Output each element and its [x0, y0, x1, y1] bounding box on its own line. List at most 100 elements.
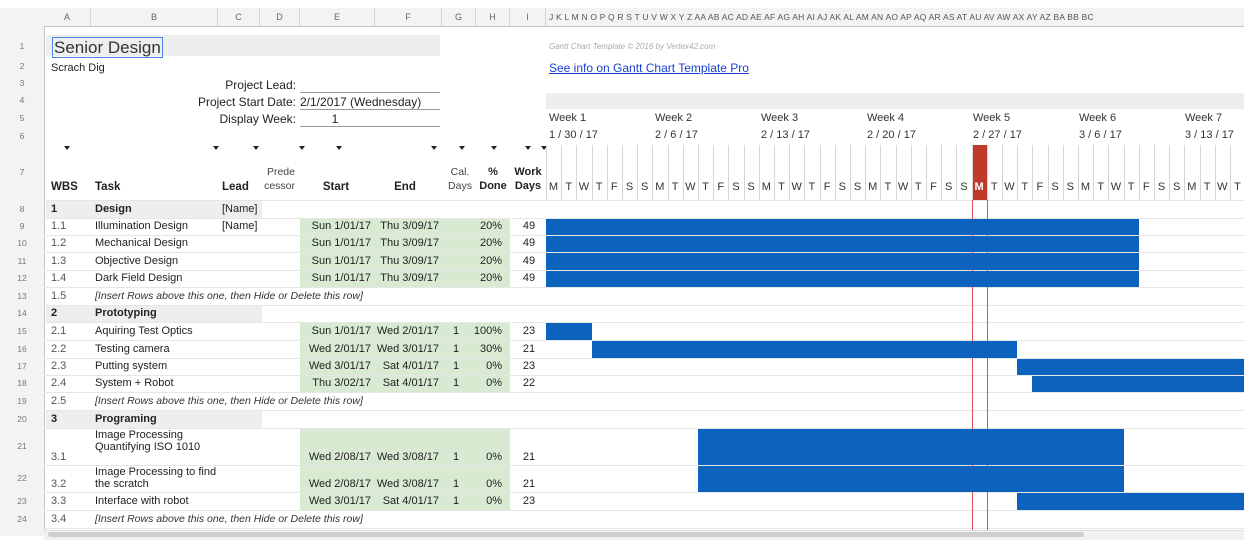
end-date-cell[interactable]: Sat 4/01/17 — [373, 360, 439, 373]
row-number-9[interactable]: 9 — [0, 218, 44, 235]
cal-days-cell[interactable]: 1 — [442, 360, 470, 373]
task-name[interactable]: Aquiring Test Optics — [95, 325, 193, 338]
filter-arrow-icon[interactable] — [299, 146, 305, 150]
gantt-bar[interactable] — [1017, 359, 1244, 375]
filter-arrow-icon[interactable] — [459, 146, 465, 150]
cal-days-cell[interactable]: 1 — [442, 343, 470, 356]
wbs-cell[interactable]: 2.5 — [51, 395, 66, 408]
wbs-cell[interactable]: 2.4 — [51, 377, 66, 390]
row-number-4[interactable]: 4 — [0, 92, 44, 109]
percent-done-cell[interactable]: 20% — [470, 220, 502, 233]
percent-done-cell[interactable]: 20% — [470, 237, 502, 250]
end-date-cell[interactable]: Thu 3/09/17 — [373, 255, 439, 268]
row-number-21[interactable]: 21 — [0, 428, 44, 465]
task-name[interactable]: Putting system — [95, 360, 167, 373]
section-title[interactable]: Programing — [95, 413, 157, 426]
row-number-11[interactable]: 11 — [0, 252, 44, 270]
insert-rows-note[interactable]: [Insert Rows above this one, then Hide o… — [95, 395, 363, 408]
wbs-cell[interactable]: 1.3 — [51, 255, 66, 268]
row-number-16[interactable]: 16 — [0, 340, 44, 358]
lead-cell[interactable]: [Name] — [222, 203, 257, 216]
start-date-cell[interactable]: Wed 3/01/17 — [300, 495, 371, 508]
project-start-value[interactable]: 2/1/2017 (Wednesday) — [300, 96, 421, 109]
task-name[interactable]: Mechanical Design — [95, 237, 188, 250]
row-number-13[interactable]: 13 — [0, 287, 44, 305]
start-date-cell[interactable]: Sun 1/01/17 — [300, 220, 371, 233]
work-days-cell[interactable]: 49 — [512, 237, 546, 250]
gantt-bar[interactable] — [698, 429, 1124, 465]
end-date-cell[interactable]: Sat 4/01/17 — [373, 495, 439, 508]
work-days-cell[interactable]: 21 — [512, 478, 546, 491]
column-header-h[interactable]: H — [476, 8, 510, 26]
end-date-cell[interactable]: Wed 2/01/17 — [373, 325, 439, 338]
subtitle-cell[interactable]: Scrach Dig — [51, 62, 105, 75]
header-lead[interactable]: Lead — [222, 181, 249, 194]
column-header-i[interactable]: I — [510, 8, 546, 26]
wbs-cell[interactable]: 3.2 — [51, 478, 66, 491]
work-days-cell[interactable]: 22 — [512, 377, 546, 390]
wbs-cell[interactable]: 2.3 — [51, 360, 66, 373]
filter-arrow-icon[interactable] — [525, 146, 531, 150]
row-number-15[interactable]: 15 — [0, 322, 44, 340]
row-number-7[interactable]: 7 — [0, 145, 44, 200]
cal-days-cell[interactable]: 1 — [442, 478, 470, 491]
end-date-cell[interactable]: Wed 3/01/17 — [373, 343, 439, 356]
column-header-b[interactable]: B — [91, 8, 218, 26]
wbs-cell[interactable]: 1.1 — [51, 220, 66, 233]
row-number-5[interactable]: 5 — [0, 109, 44, 127]
work-days-cell[interactable]: 49 — [512, 220, 546, 233]
column-header-c[interactable]: C — [218, 8, 260, 26]
row-number-10[interactable]: 10 — [0, 235, 44, 252]
row-number-20[interactable]: 20 — [0, 410, 44, 428]
row-number-8[interactable]: 8 — [0, 200, 44, 218]
task-name[interactable]: System + Robot — [95, 377, 174, 390]
display-week-value[interactable]: 1 — [300, 113, 370, 126]
header-wbs[interactable]: WBS — [51, 181, 78, 194]
cal-days-cell[interactable]: 1 — [442, 495, 470, 508]
percent-done-cell[interactable]: 20% — [470, 272, 502, 285]
row-number-12[interactable]: 12 — [0, 270, 44, 287]
row-number-19[interactable]: 19 — [0, 392, 44, 410]
cal-days-cell[interactable]: 1 — [442, 451, 470, 464]
gantt-bar[interactable] — [1017, 493, 1244, 510]
work-days-cell[interactable]: 49 — [512, 255, 546, 268]
section-title[interactable]: Design — [95, 203, 132, 216]
start-date-cell[interactable]: Sun 1/01/17 — [300, 272, 371, 285]
header-end[interactable]: End — [375, 181, 435, 194]
task-name[interactable]: Illumination Design — [95, 220, 188, 233]
row-number-18[interactable]: 18 — [0, 375, 44, 392]
wbs-cell[interactable]: 3.1 — [51, 451, 66, 464]
percent-done-cell[interactable]: 100% — [470, 325, 502, 338]
insert-rows-note[interactable]: [Insert Rows above this one, then Hide o… — [95, 290, 363, 303]
column-header-a[interactable]: A — [44, 8, 91, 26]
start-date-cell[interactable]: Wed 2/08/17 — [300, 451, 371, 464]
percent-done-cell[interactable]: 0% — [470, 478, 502, 491]
task-name-line2[interactable]: the scratch — [95, 478, 149, 491]
gantt-bar[interactable] — [591, 341, 1018, 358]
row-number-24[interactable]: 24 — [0, 510, 44, 528]
percent-done-cell[interactable]: 0% — [470, 495, 502, 508]
task-name[interactable]: Interface with robot — [95, 495, 189, 508]
row-number-22[interactable]: 22 — [0, 465, 44, 492]
work-days-cell[interactable]: 23 — [512, 495, 546, 508]
row-number-14[interactable]: 14 — [0, 305, 44, 322]
wbs-cell[interactable]: 2.2 — [51, 343, 66, 356]
gantt-bar[interactable] — [1032, 376, 1244, 392]
end-date-cell[interactable]: Sat 4/01/17 — [373, 377, 439, 390]
header-task[interactable]: Task — [95, 181, 120, 194]
start-date-cell[interactable]: Sun 1/01/17 — [300, 325, 371, 338]
gantt-bar[interactable] — [546, 219, 1139, 235]
percent-done-cell[interactable]: 30% — [470, 343, 502, 356]
header-start[interactable]: Start — [300, 181, 372, 194]
filter-arrow-icon[interactable] — [491, 146, 497, 150]
wbs-cell[interactable]: 1 — [51, 203, 57, 216]
start-date-cell[interactable]: Thu 3/02/17 — [300, 377, 371, 390]
filter-arrow-icon[interactable] — [336, 146, 342, 150]
lead-cell[interactable]: [Name] — [222, 220, 257, 233]
column-header-e[interactable]: E — [300, 8, 375, 26]
start-date-cell[interactable]: Wed 2/08/17 — [300, 478, 371, 491]
wbs-cell[interactable]: 1.2 — [51, 237, 66, 250]
percent-done-cell[interactable]: 0% — [470, 451, 502, 464]
gantt-bar[interactable] — [698, 466, 1124, 492]
task-name[interactable]: Testing camera — [95, 343, 170, 356]
